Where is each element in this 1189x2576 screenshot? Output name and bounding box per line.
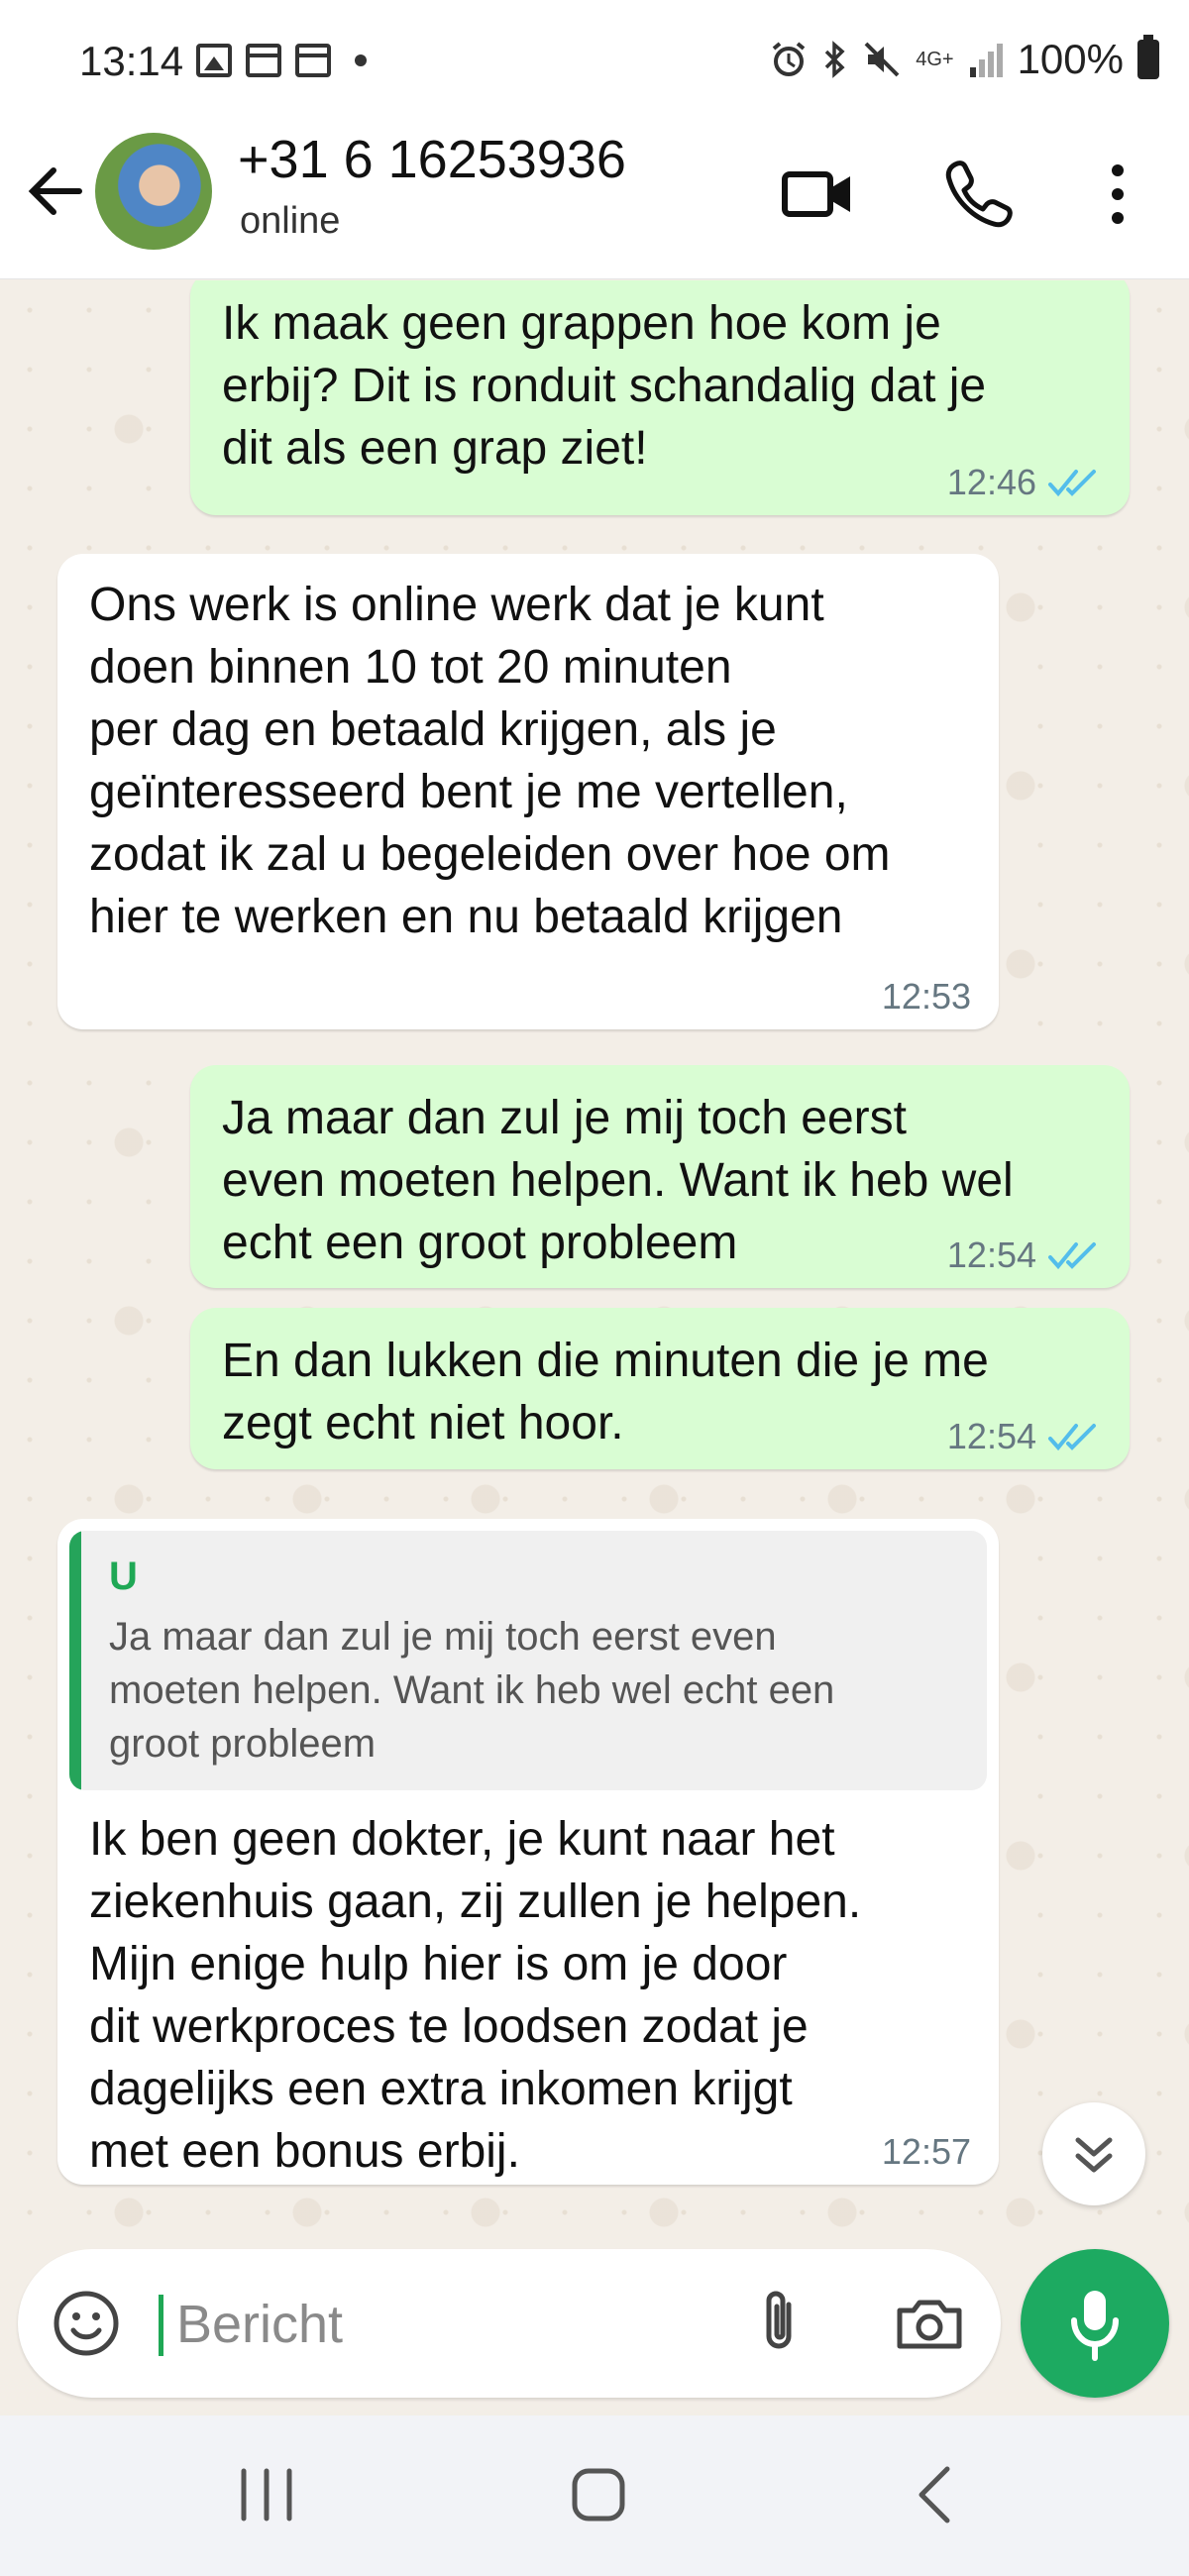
message-text: Ons werk is online werk dat je kunt doen… xyxy=(89,579,891,943)
battery-percentage: 100% xyxy=(1017,36,1124,82)
voice-call-button[interactable] xyxy=(939,155,1019,234)
microphone-icon xyxy=(1071,2291,1119,2361)
message-bubble-incoming-reply[interactable]: U Ja maar dan zul je mij toch eerst even… xyxy=(57,1519,999,2185)
message-input[interactable] xyxy=(176,2285,731,2364)
message-bubble-outgoing[interactable]: Ik maak geen grappen hoe kom je erbij? D… xyxy=(190,280,1130,515)
home-button[interactable] xyxy=(555,2455,644,2534)
back-button[interactable] xyxy=(22,157,91,226)
message-bubble-outgoing[interactable]: Ja maar dan zul je mij toch eerst even m… xyxy=(190,1065,1130,1288)
phone-icon xyxy=(945,161,1013,228)
voice-message-button[interactable] xyxy=(1021,2249,1169,2398)
smiley-icon xyxy=(54,2291,119,2356)
quoted-text: Ja maar dan zul je mij toch eerst even m… xyxy=(109,1615,835,1766)
alarm-icon xyxy=(772,42,806,76)
message-meta: 12:53 xyxy=(882,976,971,1018)
signal-icon xyxy=(969,44,1003,77)
message-time: 12:57 xyxy=(881,2131,971,2172)
contact-status: online xyxy=(240,200,341,242)
more-notifications-dot-icon xyxy=(355,54,367,66)
scroll-to-bottom-button[interactable] xyxy=(1042,2102,1145,2205)
home-icon xyxy=(572,2468,625,2522)
read-receipt-icon xyxy=(1048,1424,1096,1451)
camera-button[interactable] xyxy=(890,2285,969,2364)
mute-icon xyxy=(864,42,900,77)
message-meta: 12:54 xyxy=(947,1416,1102,1457)
message-bubble-outgoing[interactable]: En dan lukken die minuten die je me zegt… xyxy=(190,1308,1130,1469)
chat-area[interactable]: Ik maak geen grappen hoe kom je erbij? D… xyxy=(0,280,1189,2252)
read-receipt-icon xyxy=(1048,470,1096,497)
quoted-message[interactable]: U Ja maar dan zul je mij toch eerst even… xyxy=(69,1531,987,1790)
system-navigation-bar xyxy=(0,2415,1189,2576)
message-meta: 12:46 xyxy=(947,462,1102,503)
chevron-double-down-icon xyxy=(1075,2137,1113,2173)
read-receipt-icon xyxy=(1048,1242,1096,1270)
contact-name[interactable]: +31 6 16253936 xyxy=(238,129,626,190)
contact-avatar[interactable] xyxy=(95,133,212,250)
calendar-notification-icon-2 xyxy=(295,44,331,77)
message-meta: 12:54 xyxy=(947,1234,1102,1276)
camera-icon xyxy=(897,2300,962,2349)
video-camera-icon xyxy=(782,171,850,217)
message-text: En dan lukken die minuten die je me zegt… xyxy=(222,1335,989,1449)
message-time: 12:46 xyxy=(946,462,1036,502)
battery-icon xyxy=(1137,35,1159,79)
text-cursor xyxy=(159,2295,163,2356)
bluetooth-icon xyxy=(824,41,845,78)
chat-header: +31 6 16253936 online xyxy=(0,119,1189,279)
message-text: Ik ben geen dokter, je kunt naar het zie… xyxy=(89,1813,862,2178)
network-type-label: 4G+ xyxy=(916,49,954,70)
paperclip-icon xyxy=(766,2291,792,2349)
more-vertical-icon xyxy=(1112,164,1124,224)
message-time: 12:54 xyxy=(946,1416,1036,1456)
more-options-button[interactable] xyxy=(1078,155,1157,234)
message-time: 12:54 xyxy=(946,1234,1036,1275)
chevron-left-icon xyxy=(919,2466,950,2523)
system-icons: 4G+ 100% xyxy=(769,35,1159,83)
message-text: Ja maar dan zul je mij toch eerst even m… xyxy=(222,1092,1014,1269)
calendar-notification-icon xyxy=(246,44,281,77)
recent-apps-icon xyxy=(241,2468,292,2522)
gallery-notification-icon xyxy=(196,44,232,77)
message-text: Ik maak geen grappen hoe kom je erbij? D… xyxy=(222,297,987,475)
status-bar: 13:14 4G+ 100% xyxy=(0,0,1189,119)
recent-apps-button[interactable] xyxy=(222,2455,311,2534)
emoji-button[interactable] xyxy=(50,2287,123,2360)
notification-icons xyxy=(196,44,367,77)
video-call-button[interactable] xyxy=(779,155,858,234)
attach-button[interactable] xyxy=(741,2283,820,2362)
message-meta: 12:57 xyxy=(882,2131,971,2173)
arrow-left-icon xyxy=(28,167,82,215)
message-time: 12:53 xyxy=(881,976,971,1017)
status-time: 13:14 xyxy=(79,38,184,84)
quoted-author: U xyxy=(109,1555,138,1598)
system-back-button[interactable] xyxy=(892,2455,981,2534)
quote-accent-bar xyxy=(69,1531,81,1790)
message-composer xyxy=(18,2249,1001,2398)
message-bubble-incoming[interactable]: Ons werk is online werk dat je kunt doen… xyxy=(57,554,999,1029)
